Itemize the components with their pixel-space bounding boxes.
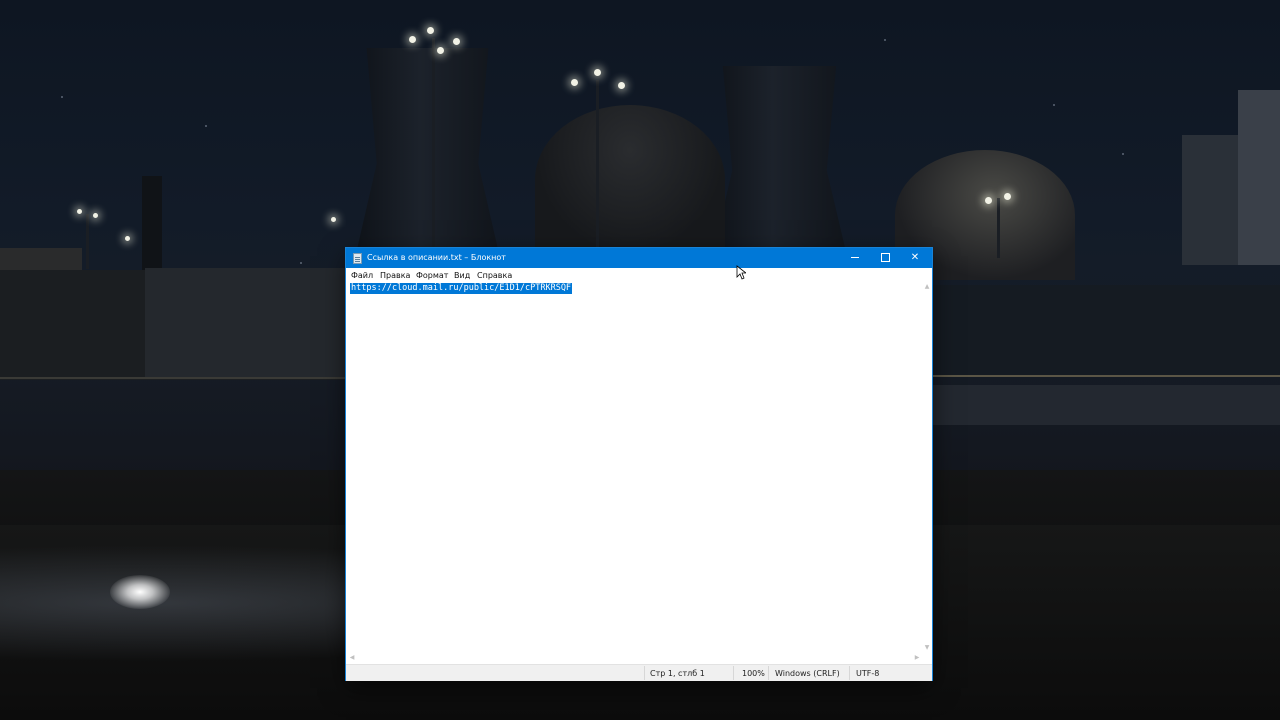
- chimney: [142, 176, 162, 276]
- menu-format[interactable]: Формат: [416, 270, 448, 281]
- maximize-icon: [880, 252, 890, 262]
- line-ending: Windows (CRLF): [775, 669, 840, 678]
- menu-edit[interactable]: Правка: [380, 270, 410, 281]
- scroll-left-icon[interactable]: ◀: [347, 653, 357, 663]
- notepad-icon: [353, 253, 362, 264]
- encoding: UTF-8: [856, 669, 880, 678]
- menu-view[interactable]: Вид: [454, 270, 470, 281]
- selected-text[interactable]: https://cloud.mail.ru/public/E1D1/cPTRKR…: [350, 283, 573, 294]
- menu-bar: Файл Правка Формат Вид Справка: [346, 268, 932, 282]
- notepad-window[interactable]: Ссылка в описании.txt – Блокнот ✕ Файл П…: [346, 248, 932, 681]
- title-bar[interactable]: Ссылка в описании.txt – Блокнот ✕: [346, 248, 932, 268]
- maximize-button[interactable]: [870, 248, 900, 268]
- menu-file[interactable]: Файл: [351, 270, 373, 281]
- close-icon: ✕: [910, 252, 920, 263]
- close-button[interactable]: ✕: [900, 248, 930, 268]
- scroll-down-icon[interactable]: ▼: [922, 643, 932, 653]
- text-editor[interactable]: https://cloud.mail.ru/public/E1D1/cPTRKR…: [347, 282, 922, 653]
- scroll-right-icon[interactable]: ▶: [912, 653, 922, 663]
- window-title: Ссылка в описании.txt – Блокнот: [367, 253, 506, 262]
- mouse-cursor-icon: [736, 265, 746, 280]
- minimize-button[interactable]: [840, 248, 870, 268]
- horizontal-scrollbar[interactable]: ◀ ▶: [347, 653, 922, 663]
- status-bar: Стр 1, стлб 1 100% Windows (CRLF) UTF-8: [346, 664, 932, 681]
- menu-help[interactable]: Справка: [477, 270, 512, 281]
- scroll-up-icon[interactable]: ▲: [922, 282, 932, 292]
- reactor-dome: [535, 105, 725, 255]
- minimize-icon: [851, 256, 859, 258]
- zoom-level: 100%: [742, 669, 765, 678]
- vertical-scrollbar[interactable]: ▲ ▼: [922, 282, 932, 653]
- cooling-tower: [355, 48, 500, 258]
- cooling-tower: [712, 66, 847, 256]
- cursor-position: Стр 1, стлб 1: [650, 669, 705, 678]
